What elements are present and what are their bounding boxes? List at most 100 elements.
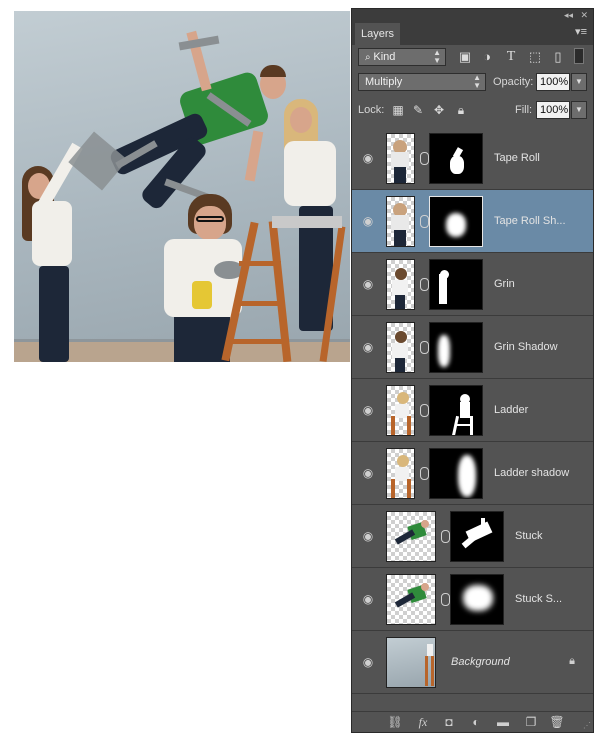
filter-kind-label: Kind xyxy=(373,51,396,63)
link-layers-icon[interactable]: ⛓ xyxy=(386,714,404,730)
layer-mask-thumbnail[interactable] xyxy=(429,322,483,373)
visibility-eye-icon[interactable]: ◉ xyxy=(361,277,375,291)
layer-row-grin[interactable]: ◉ Grin xyxy=(352,253,593,316)
fill-input[interactable]: 100% xyxy=(536,101,570,119)
layer-name[interactable]: Background xyxy=(451,653,510,671)
panel-bottom-bar: ⛓ fx ◘ ◐ ▬ ❐ 🗑︎ ⋰ xyxy=(352,711,593,732)
lock-icon[interactable]: 🔒︎ xyxy=(569,655,575,668)
add-mask-icon[interactable]: ◘ xyxy=(440,714,458,730)
layer-mask-thumbnail[interactable] xyxy=(429,133,483,184)
ladder-top xyxy=(272,216,342,228)
panel-titlebar: ◂◂ ✕ xyxy=(352,9,593,21)
lock-all-icon[interactable]: 🔒︎ xyxy=(453,101,469,119)
layer-mask-thumbnail[interactable] xyxy=(450,574,504,625)
filter-toggle-switch[interactable] xyxy=(574,48,584,64)
layer-name[interactable]: Ladder xyxy=(494,401,528,419)
blend-mode-value: Multiply xyxy=(365,76,403,88)
visibility-eye-icon[interactable]: ◉ xyxy=(361,340,375,354)
layer-thumbnail xyxy=(386,133,415,184)
close-panel-icon[interactable]: ✕ xyxy=(580,9,588,21)
fill-label: Fill: xyxy=(515,104,533,116)
visibility-eye-icon[interactable]: ◉ xyxy=(361,592,375,606)
trash-icon[interactable]: 🗑︎ xyxy=(548,714,566,730)
visibility-eye-icon[interactable]: ◉ xyxy=(361,529,375,543)
panel-tab-row: Layers ▾≡ xyxy=(352,21,593,45)
blend-mode-dropdown[interactable]: Multiply ▲ ▼ xyxy=(358,73,486,91)
left-girl-shirt xyxy=(32,201,72,266)
visibility-eye-icon[interactable]: ◉ xyxy=(361,403,375,417)
layer-row-ladder[interactable]: ◉ Ladder xyxy=(352,379,593,442)
layer-mask-thumbnail[interactable] xyxy=(429,385,483,436)
canvas-photo[interactable] xyxy=(14,11,350,362)
layer-thumbnail xyxy=(386,259,415,310)
adjustment-filter-icon[interactable]: ◑ xyxy=(478,48,496,66)
layer-thumbnail xyxy=(386,196,415,247)
lock-position-icon[interactable]: ✥ xyxy=(431,101,447,119)
layer-name[interactable]: Stuck xyxy=(515,527,543,545)
layer-mask-thumbnail[interactable] xyxy=(429,196,483,247)
tape-strip xyxy=(68,131,128,191)
layer-name[interactable]: Grin xyxy=(494,275,515,293)
layers-panel: ◂◂ ✕ Layers ▾≡ ⌕ Kind ▲ ▼ ▣ ◑ T ⬚ ▯ Multi… xyxy=(351,8,594,733)
right-girl-shirt xyxy=(284,141,336,206)
mask-link-icon[interactable] xyxy=(441,593,450,606)
layer-row-tape-roll-shadow[interactable]: ◉ Tape Roll Sh... xyxy=(352,190,593,253)
ladder-step xyxy=(236,301,282,306)
lock-row: Lock: ▦ ✎ ✥ 🔒︎ Fill: 100% ▼ xyxy=(352,101,593,119)
layer-mask-thumbnail[interactable] xyxy=(429,259,483,310)
layer-thumbnail xyxy=(386,322,415,373)
type-filter-icon[interactable]: T xyxy=(502,48,520,66)
opacity-slider-button[interactable]: ▼ xyxy=(571,73,587,91)
layer-row-ladder-shadow[interactable]: ◉ Ladder shadow xyxy=(352,442,593,505)
glasses xyxy=(196,216,224,222)
mask-link-icon[interactable] xyxy=(420,152,429,165)
shirt-graphic xyxy=(192,281,212,309)
mask-link-icon[interactable] xyxy=(441,530,450,543)
lock-image-pixels-icon[interactable]: ✎ xyxy=(410,101,426,119)
new-adjustment-icon[interactable]: ◐ xyxy=(467,714,485,730)
image-filter-icon[interactable]: ▣ xyxy=(456,48,474,66)
filter-kind-dropdown[interactable]: ⌕ Kind ▲ ▼ xyxy=(358,48,446,66)
collapse-panel-icon[interactable]: ◂◂ xyxy=(564,9,573,21)
filter-row: ⌕ Kind ▲ ▼ ▣ ◑ T ⬚ ▯ xyxy=(352,48,593,66)
layer-row-tape-roll[interactable]: ◉ Tape Roll xyxy=(352,127,593,190)
layer-name[interactable]: Stuck S... xyxy=(515,590,562,608)
resize-grip-icon[interactable]: ⋰ xyxy=(583,721,591,730)
lock-transparent-pixels-icon[interactable]: ▦ xyxy=(390,101,406,119)
layer-row-background[interactable]: ◉ Background 🔒︎ xyxy=(352,631,593,694)
mask-link-icon[interactable] xyxy=(420,215,429,228)
visibility-eye-icon[interactable]: ◉ xyxy=(361,655,375,669)
mask-link-icon[interactable] xyxy=(420,404,429,417)
new-layer-icon[interactable]: ❐ xyxy=(522,714,540,730)
layer-name[interactable]: Grin Shadow xyxy=(494,338,558,356)
lock-label: Lock: xyxy=(358,104,385,116)
layer-name[interactable]: Ladder shadow xyxy=(494,464,569,482)
tab-layers[interactable]: Layers xyxy=(355,23,401,45)
visibility-eye-icon[interactable]: ◉ xyxy=(361,151,375,165)
mask-link-icon[interactable] xyxy=(420,467,429,480)
ladder-step xyxy=(232,339,282,344)
layer-thumbnail xyxy=(386,574,436,625)
left-girl-jeans xyxy=(39,266,69,362)
dropdown-arrows-icon: ▲ ▼ xyxy=(473,73,481,90)
new-group-icon[interactable]: ▬ xyxy=(494,714,512,730)
visibility-eye-icon[interactable]: ◉ xyxy=(361,466,375,480)
mask-link-icon[interactable] xyxy=(420,278,429,291)
layer-name[interactable]: Tape Roll Sh... xyxy=(494,212,566,230)
layer-row-stuck-shadow[interactable]: ◉ Stuck S... xyxy=(352,568,593,631)
shape-filter-icon[interactable]: ⬚ xyxy=(526,48,544,66)
layer-mask-thumbnail[interactable] xyxy=(429,448,483,499)
opacity-input[interactable]: 100% xyxy=(536,73,570,91)
layer-mask-thumbnail[interactable] xyxy=(450,511,504,562)
layer-name[interactable]: Tape Roll xyxy=(494,149,540,167)
mask-link-icon[interactable] xyxy=(420,341,429,354)
ladder-step xyxy=(239,261,281,266)
panel-menu-icon[interactable]: ▾≡ xyxy=(575,25,587,38)
smart-object-filter-icon[interactable]: ▯ xyxy=(549,48,567,66)
center-boy-face xyxy=(194,206,226,240)
fill-slider-button[interactable]: ▼ xyxy=(571,101,587,119)
layer-row-stuck[interactable]: ◉ Stuck xyxy=(352,505,593,568)
visibility-eye-icon[interactable]: ◉ xyxy=(361,214,375,228)
layer-row-grin-shadow[interactable]: ◉ Grin Shadow xyxy=(352,316,593,379)
fx-icon[interactable]: fx xyxy=(414,714,432,730)
